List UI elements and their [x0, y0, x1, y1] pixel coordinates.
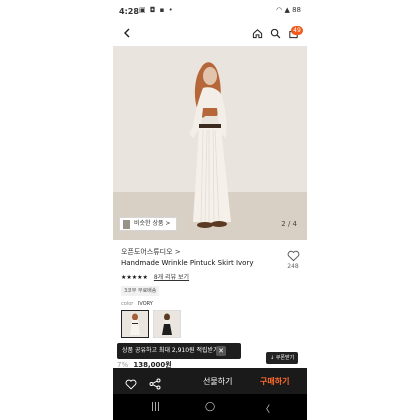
top-navigation [113, 22, 307, 44]
search-button[interactable] [267, 25, 283, 41]
similar-products-button[interactable]: 비슷한 상품 > [119, 217, 178, 231]
toast-close-button[interactable]: ✕ [216, 346, 226, 356]
model-illustration [189, 62, 231, 228]
color-swatch-ivory[interactable] [121, 310, 149, 338]
swatch-ivory-image [130, 313, 140, 335]
home-button[interactable] [249, 25, 265, 41]
recents-icon[interactable]: ||| [151, 402, 160, 412]
back-button[interactable] [119, 25, 135, 41]
system-status-icons: ◠ ▲ 88 [276, 6, 301, 14]
color-swatch-black[interactable] [153, 310, 181, 338]
home-circle-icon[interactable]: ◯ [205, 402, 215, 412]
heart-icon [125, 379, 137, 390]
home-icon [252, 28, 262, 38]
rating-stars: ★★★★★ [121, 274, 148, 281]
purchase-action-bar: 선물하기 구매하기 [113, 368, 307, 394]
search-icon [270, 28, 280, 38]
notification-icons: ▣ ◘ ▪ • [139, 6, 174, 14]
cart-count-badge: 49 [291, 26, 303, 35]
heart-icon [287, 250, 299, 262]
swatch-black-image [162, 313, 172, 335]
phone-screen: 4:28 ▣ ◘ ▪ • ◠ ▲ 88 49 비슷한 상품 > 2 / 4 오픈… [113, 0, 307, 420]
similar-products-label: 비슷한 상품 > [134, 220, 171, 227]
back-chevron-icon[interactable]: 〈 [261, 402, 270, 415]
color-label-text: color [121, 301, 134, 307]
product-title: Handmade Wrinkle Pintuck Skirt Ivory [121, 259, 254, 267]
wishlist-button[interactable] [125, 375, 137, 390]
status-time: 4:28 [119, 7, 139, 16]
share-button[interactable] [149, 375, 161, 390]
share-icon [149, 378, 161, 390]
color-option-label: color IVORY [121, 301, 153, 307]
rating-row: ★★★★★ 8개 리뷰 보기 [121, 272, 189, 281]
similar-thumbnail [123, 220, 130, 229]
review-link[interactable]: 8개 리뷰 보기 [154, 274, 189, 281]
product-image[interactable]: 비슷한 상품 > 2 / 4 [113, 46, 307, 240]
color-value: IVORY [137, 301, 153, 307]
shipping-tag: 3코무 무료배송 [121, 286, 160, 296]
like-count: 248 [287, 263, 299, 270]
image-counter: 2 / 4 [281, 220, 297, 228]
status-bar: 4:28 ▣ ◘ ▪ • ◠ ▲ 88 [113, 0, 307, 22]
buy-button[interactable]: 구매하기 [260, 376, 289, 387]
gift-button[interactable]: 선물하기 [203, 376, 232, 387]
brand-link[interactable]: 오픈도어스튜디오 > [121, 247, 181, 257]
system-navigation-bar: ||| ◯ 〈 [113, 394, 307, 420]
coupon-download-button[interactable]: ↓ 쿠폰받기 [266, 352, 299, 364]
back-arrow-icon [124, 28, 130, 38]
